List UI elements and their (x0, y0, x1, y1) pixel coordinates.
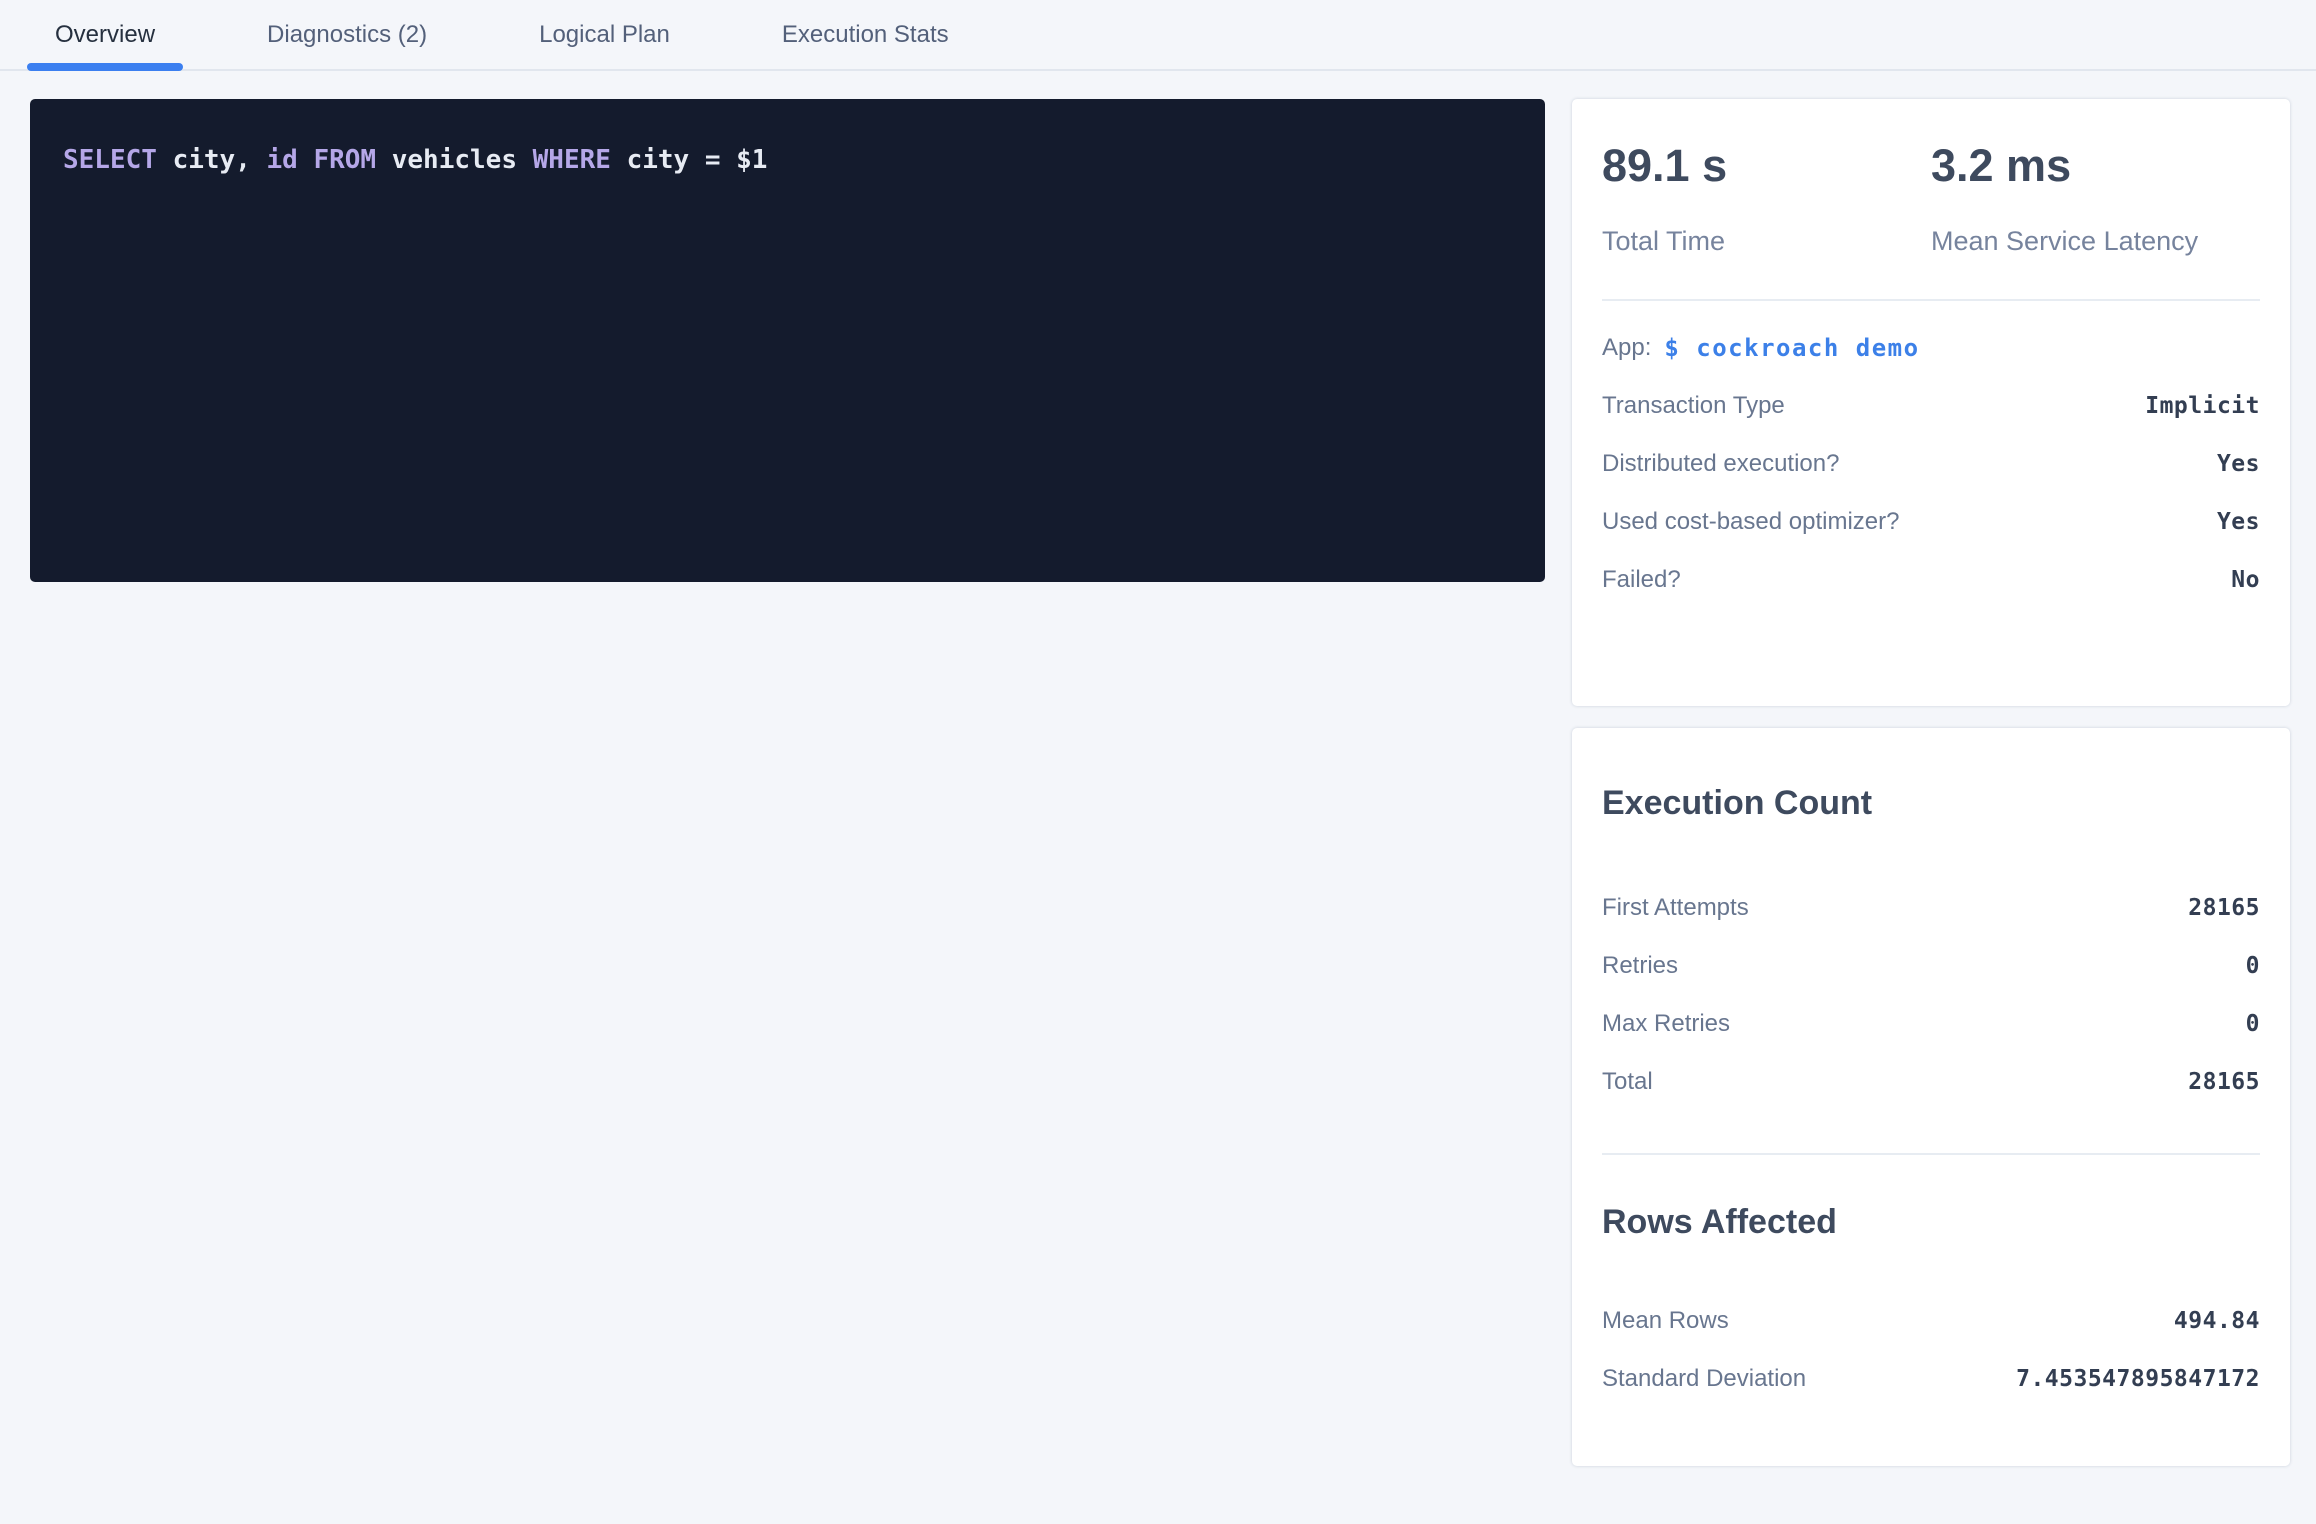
app-row: App: $ cockroach demo (1602, 319, 2260, 377)
summary-kv-list: App: $ cockroach demo Transaction Type I… (1602, 319, 2260, 609)
mean-service-latency-label: Mean Service Latency (1931, 226, 2260, 257)
row-label: Distributed execution? (1602, 450, 1839, 478)
total-time-value: 89.1 s (1602, 143, 1931, 188)
sql-token-plain: city, (173, 145, 267, 175)
row-label: Retries (1602, 952, 1678, 980)
app-link[interactable]: $ cockroach demo (1664, 334, 1919, 362)
tab-diagnostics[interactable]: Diagnostics (2) (239, 0, 455, 69)
first-attempts-row: First Attempts 28165 (1602, 879, 2260, 937)
row-label: Max Retries (1602, 1010, 1730, 1038)
row-label: Failed? (1602, 566, 1681, 594)
tab-overview-label: Overview (55, 21, 155, 49)
active-tab-indicator (27, 63, 183, 71)
row-value: Yes (2217, 509, 2260, 535)
row-value: No (2231, 567, 2260, 593)
sql-token-plain: vehicles (392, 145, 533, 175)
row-label: Standard Deviation (1602, 1365, 1806, 1393)
app-label: App: (1602, 334, 1651, 362)
sql-query-text: SELECT city, id FROM vehicles WHERE city… (63, 145, 767, 175)
tab-execution-stats[interactable]: Execution Stats (754, 0, 977, 69)
sql-token-keyword: WHERE (533, 145, 627, 175)
tab-execution-stats-label: Execution Stats (782, 21, 949, 49)
rows-affected-list: Mean Rows 494.84 Standard Deviation 7.45… (1602, 1292, 2260, 1408)
tab-diagnostics-label: Diagnostics (2) (267, 21, 427, 49)
mean-service-latency-stat: 3.2 ms Mean Service Latency (1931, 143, 2260, 257)
total-time-label: Total Time (1602, 226, 1931, 257)
phase-stats-row: 89.1 s Total Time 3.2 ms Mean Service La… (1602, 143, 2260, 257)
execution-count-card: Execution Count First Attempts 28165 Ret… (1572, 728, 2290, 1466)
sql-token-keyword: SELECT (63, 145, 173, 175)
execution-divider (1602, 1153, 2260, 1155)
row-label: Mean Rows (1602, 1307, 1729, 1335)
rows-affected-heading: Rows Affected (1602, 1203, 2260, 1242)
max-retries-row: Max Retries 0 (1602, 995, 2260, 1053)
summary-card: 89.1 s Total Time 3.2 ms Mean Service La… (1572, 99, 2290, 706)
row-value: 0 (2246, 953, 2260, 979)
failed-row: Failed? No (1602, 551, 2260, 609)
row-value: 494.84 (2174, 1308, 2260, 1334)
summary-column: 89.1 s Total Time 3.2 ms Mean Service La… (1572, 99, 2290, 1466)
standard-deviation-row: Standard Deviation 7.453547895847172 (1602, 1350, 2260, 1408)
row-value: Yes (2217, 451, 2260, 477)
sql-query-box: SELECT city, id FROM vehicles WHERE city… (30, 99, 1545, 582)
tab-logical-plan[interactable]: Logical Plan (511, 0, 698, 69)
row-label: Transaction Type (1602, 392, 1785, 420)
statement-tabs: Overview Diagnostics (2) Logical Plan Ex… (0, 0, 2316, 71)
row-value: 28165 (2188, 1069, 2260, 1095)
tab-overview[interactable]: Overview (27, 0, 183, 69)
total-time-stat: 89.1 s Total Time (1602, 143, 1931, 257)
tab-logical-plan-label: Logical Plan (539, 21, 670, 49)
mean-service-latency-value: 3.2 ms (1931, 143, 2260, 188)
cost-based-optimizer-row: Used cost-based optimizer? Yes (1602, 493, 2260, 551)
row-value: 0 (2246, 1011, 2260, 1037)
sql-token-plain: city = $1 (627, 145, 768, 175)
sql-token-keyword: id (267, 145, 314, 175)
total-row: Total 28165 (1602, 1053, 2260, 1111)
retries-row: Retries 0 (1602, 937, 2260, 995)
row-value: Implicit (2145, 393, 2260, 419)
row-label: First Attempts (1602, 894, 1749, 922)
distributed-execution-row: Distributed execution? Yes (1602, 435, 2260, 493)
transaction-type-row: Transaction Type Implicit (1602, 377, 2260, 435)
row-value: 7.453547895847172 (2016, 1366, 2260, 1392)
summary-divider (1602, 299, 2260, 301)
mean-rows-row: Mean Rows 494.84 (1602, 1292, 2260, 1350)
sql-token-keyword: FROM (313, 145, 391, 175)
row-value: 28165 (2188, 895, 2260, 921)
execution-count-list: First Attempts 28165 Retries 0 Max Retri… (1602, 879, 2260, 1111)
row-label: Total (1602, 1068, 1653, 1096)
row-label: Used cost-based optimizer? (1602, 508, 1899, 536)
execution-count-heading: Execution Count (1602, 784, 2260, 823)
overview-content: SELECT city, id FROM vehicles WHERE city… (0, 71, 2316, 1466)
